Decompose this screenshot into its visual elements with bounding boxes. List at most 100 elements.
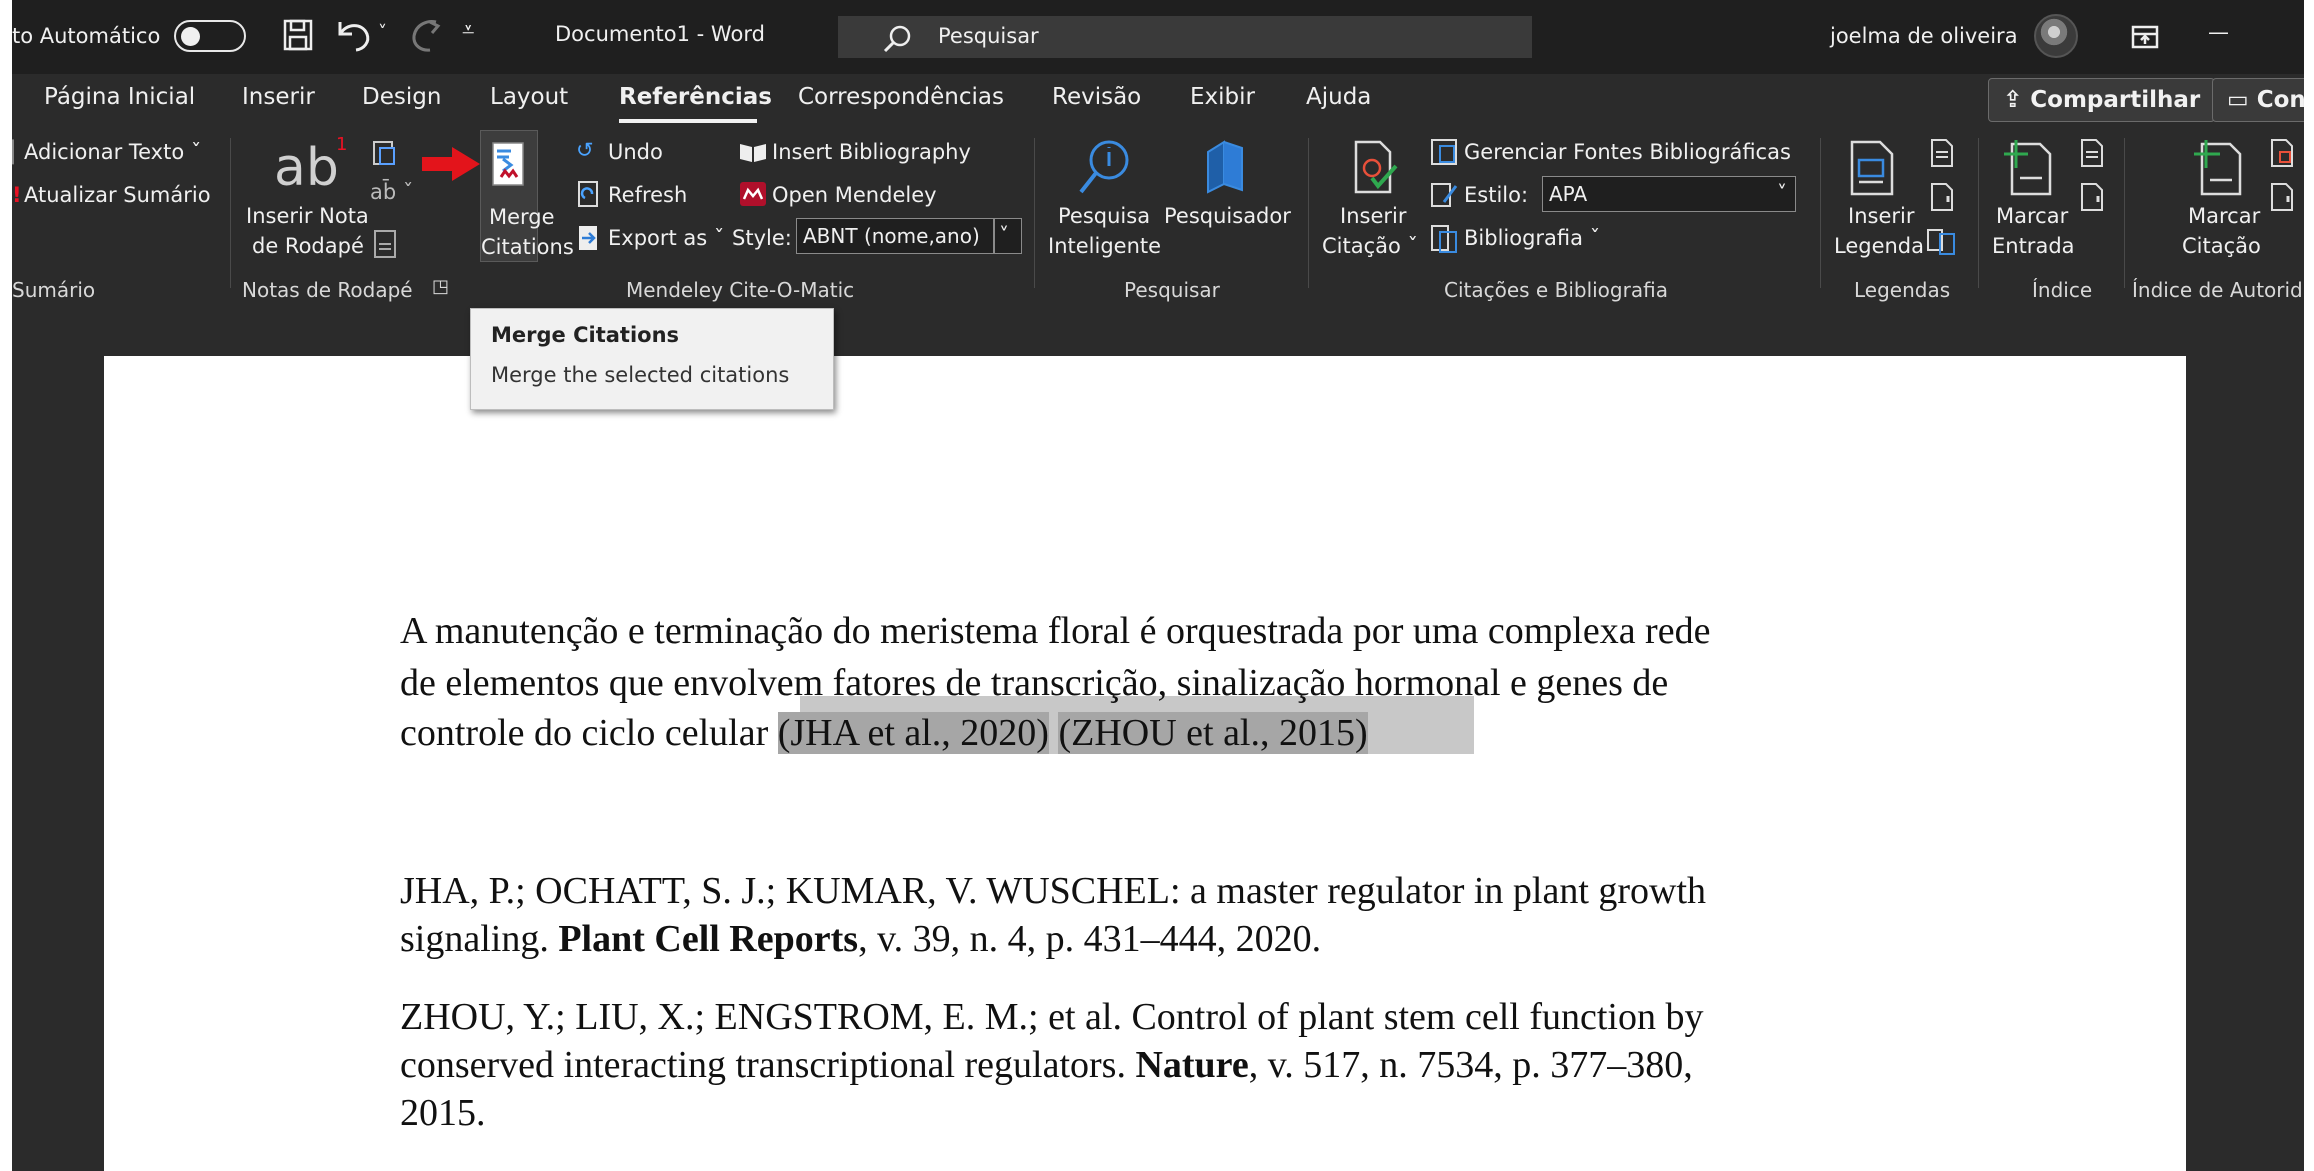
- insert-citation-label-1[interactable]: Inserir: [1340, 204, 1406, 228]
- insert-caption-label-1[interactable]: Inserir: [1848, 204, 1914, 228]
- tab-inserir[interactable]: Inserir: [242, 84, 315, 110]
- tab-correspondencias[interactable]: Correspondências: [798, 84, 1004, 110]
- citation-style-dropdown[interactable]: ˅: [994, 218, 1022, 254]
- citation-style-select[interactable]: ABNT (nome,ano): [796, 218, 994, 254]
- show-notes-icon[interactable]: [372, 228, 400, 260]
- reference-text: signaling.: [400, 918, 559, 960]
- update-authorities-icon[interactable]: [2268, 182, 2296, 212]
- reference-line[interactable]: signaling. Plant Cell Reports, v. 39, n.…: [400, 914, 1321, 964]
- undo-dropdown-icon[interactable]: ˅: [378, 22, 387, 43]
- save-icon[interactable]: [282, 18, 316, 54]
- insert-caption-label-2[interactable]: Legenda: [1834, 234, 1924, 258]
- share-button[interactable]: ⇪ Compartilhar: [1988, 78, 2216, 122]
- merge-citations-icon: [492, 142, 524, 186]
- update-toc-button[interactable]: Atualizar Sumário: [24, 183, 211, 207]
- mark-citation-label-1[interactable]: Marcar: [2188, 204, 2260, 228]
- share-icon: ⇪: [2003, 87, 2031, 113]
- red-arrow-icon: [422, 147, 480, 181]
- tab-ajuda[interactable]: Ajuda: [1306, 84, 1371, 110]
- merge-citations-tooltip: Merge Citations Merge the selected citat…: [470, 308, 834, 410]
- insert-footnote-label-1[interactable]: Inserir Nota: [246, 204, 369, 228]
- redo-icon[interactable]: [406, 16, 446, 54]
- comments-button[interactable]: ▭ Con: [2212, 78, 2314, 122]
- tab-layout[interactable]: Layout: [490, 84, 568, 110]
- mark-citation-icon: [2194, 140, 2242, 196]
- tab-exibir[interactable]: Exibir: [1190, 84, 1255, 110]
- mark-entry-icon: [2004, 140, 2052, 196]
- insert-table-figures-icon[interactable]: [1928, 138, 1956, 168]
- paragraph-line[interactable]: controle do ciclo celular (JHA et al., 2…: [400, 708, 1368, 758]
- next-footnote-icon[interactable]: ab̄ ˇ: [370, 180, 413, 204]
- reference-line[interactable]: 2015.: [400, 1088, 486, 1138]
- tab-referencias[interactable]: Referências: [619, 84, 772, 110]
- customize-toolbar-icon[interactable]: ⩡: [462, 18, 474, 43]
- update-index-icon[interactable]: [2078, 182, 2106, 212]
- citation-field[interactable]: (JHA et al., 2020): [777, 712, 1049, 754]
- estilo-label: Estilo:: [1464, 183, 1529, 207]
- smart-lookup-icon: [1079, 140, 1129, 194]
- undo-icon[interactable]: [334, 16, 374, 54]
- autosave-toggle[interactable]: [174, 20, 246, 52]
- avatar[interactable]: [2034, 14, 2078, 58]
- merge-citations-button[interactable]: Merge Citations: [480, 130, 574, 262]
- update-table-icon[interactable]: [1928, 182, 1956, 212]
- researcher-button[interactable]: Pesquisador: [1164, 204, 1291, 228]
- insert-citation-label-2[interactable]: Citação ˇ: [1322, 234, 1418, 258]
- insert-footnote-label-2[interactable]: de Rodapé: [252, 234, 364, 258]
- group-label-sumario: Sumário: [12, 278, 96, 302]
- manage-sources-button[interactable]: Gerenciar Fontes Bibliográficas: [1464, 140, 1791, 164]
- mark-entry-label-1[interactable]: Marcar: [1996, 204, 2068, 228]
- reference-line[interactable]: ZHOU, Y.; LIU, X.; ENGSTROM, E. M.; et a…: [400, 992, 1703, 1042]
- group-label-pesquisar: Pesquisar: [1124, 278, 1220, 302]
- mendeley-logo-icon: [740, 182, 766, 206]
- tab-pagina-inicial[interactable]: Página Inicial: [44, 84, 195, 110]
- bibliography-icon: [1431, 225, 1457, 253]
- bibliography-button[interactable]: Bibliografia ˇ: [1464, 226, 1600, 250]
- insert-citation-icon: [1354, 140, 1398, 194]
- reference-line[interactable]: conserved interacting transcriptional re…: [400, 1040, 1693, 1090]
- autosave-label: to Automático: [12, 24, 161, 48]
- undo-mendeley-button[interactable]: Undo: [608, 140, 663, 164]
- document-page[interactable]: A manutenção e terminação do meristema f…: [104, 356, 2186, 1171]
- ribbon-display-options-icon[interactable]: [2130, 24, 2160, 50]
- export-as-button[interactable]: Export as ˇ: [608, 226, 724, 250]
- paragraph-text: controle do ciclo celular: [400, 712, 769, 754]
- insert-bibliography-button[interactable]: Insert Bibliography: [772, 140, 971, 164]
- refresh-button[interactable]: Refresh: [608, 183, 687, 207]
- paragraph-line[interactable]: de elementos que envolvem fatores de tra…: [400, 658, 1668, 708]
- insert-index-icon[interactable]: [2078, 138, 2106, 168]
- citation-style-icon: [1431, 183, 1458, 207]
- group-label-mendeley: Mendeley Cite-O-Matic: [626, 278, 855, 302]
- minimize-button[interactable]: —: [2208, 20, 2229, 44]
- paragraph-line[interactable]: A manutenção e terminação do meristema f…: [400, 606, 1710, 656]
- open-mendeley-button[interactable]: Open Mendeley: [772, 183, 937, 207]
- ribbon: ▏ Adicionar Texto ˇ ! Atualizar Sumário …: [12, 130, 2304, 310]
- search-box[interactable]: Pesquisar: [838, 16, 1532, 58]
- tab-revisao[interactable]: Revisão: [1052, 84, 1141, 110]
- group-label-autoridades: Índice de Autorida: [2132, 278, 2304, 302]
- search-icon: [883, 25, 911, 53]
- insert-endnote-icon[interactable]: [370, 138, 400, 170]
- group-label-citacoes: Citações e Bibliografia: [1444, 278, 1668, 302]
- tab-design[interactable]: Design: [362, 84, 441, 110]
- add-text-button[interactable]: Adicionar Texto ˇ: [24, 140, 201, 164]
- active-tab-indicator: [619, 119, 757, 123]
- reference-text: conserved interacting transcriptional re…: [400, 1044, 1136, 1086]
- estilo-value: APA: [1549, 182, 1588, 206]
- screen-border-left: [0, 0, 12, 1171]
- user-name[interactable]: joelma de oliveira: [1830, 24, 2018, 48]
- estilo-select[interactable]: APA ˅: [1542, 176, 1796, 212]
- footnote-icon: ab 1: [274, 134, 348, 198]
- document-title: Documento1 - Word: [555, 22, 765, 46]
- smart-lookup-label-1[interactable]: Pesquisa: [1058, 204, 1150, 228]
- reference-line[interactable]: JHA, P.; OCHATT, S. J.; KUMAR, V. WUSCHE…: [400, 866, 1706, 916]
- smart-lookup-label-2[interactable]: Inteligente: [1048, 234, 1161, 258]
- citation-field[interactable]: (ZHOU et al., 2015): [1058, 712, 1368, 754]
- mark-citation-label-2[interactable]: Citação: [2182, 234, 2261, 258]
- mark-entry-label-2[interactable]: Entrada: [1992, 234, 2075, 258]
- cross-reference-icon[interactable]: [1926, 226, 1958, 256]
- dialog-launcher-icon[interactable]: ◳: [432, 276, 449, 297]
- title-bar: to Automático ˅ ⩡ Documento1 - Word Pesq…: [12, 0, 2304, 74]
- insert-authorities-icon[interactable]: [2268, 138, 2296, 168]
- screen-border-right: [2304, 0, 2314, 1171]
